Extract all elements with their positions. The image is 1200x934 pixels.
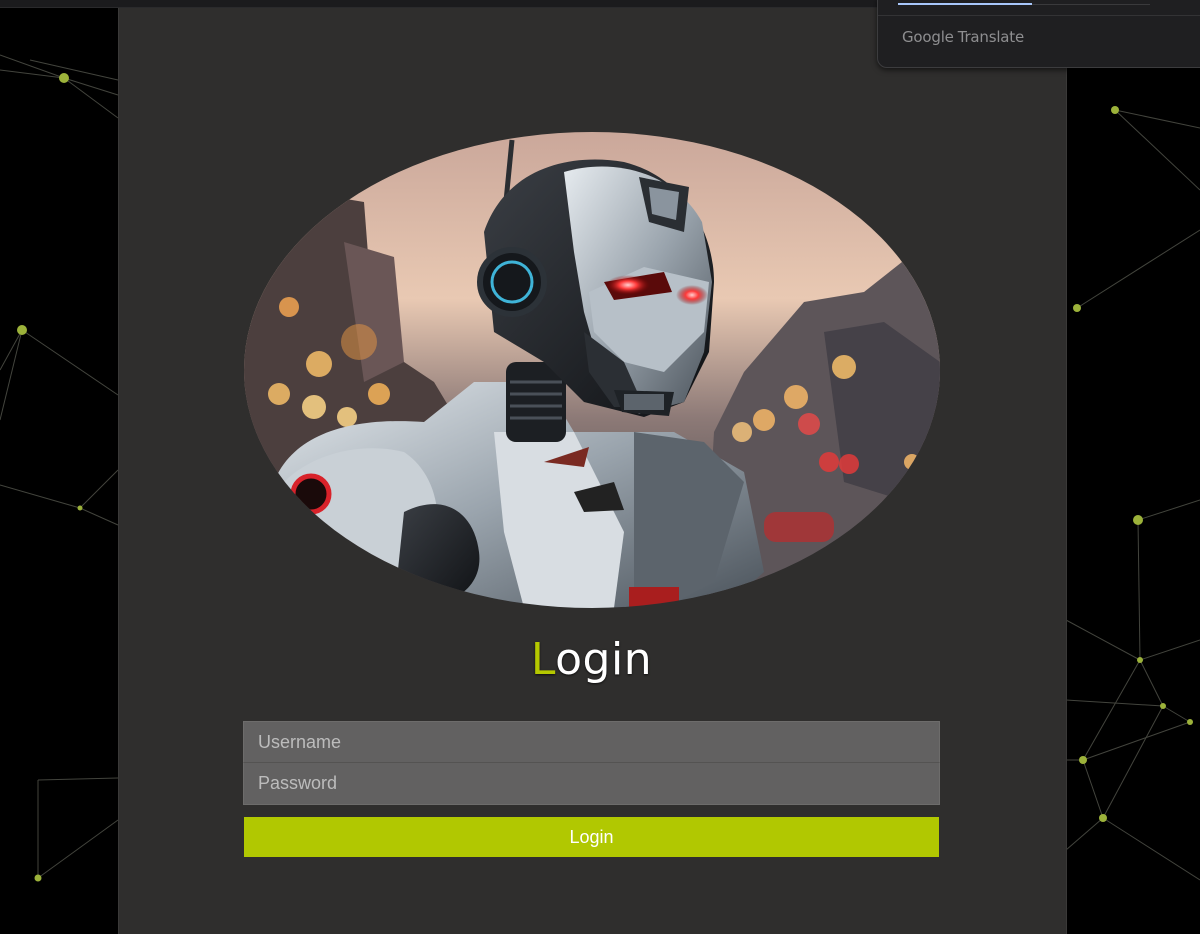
translate-logo-text: Translate — [957, 28, 1025, 46]
login-form — [243, 721, 940, 805]
password-input[interactable] — [243, 763, 940, 805]
robot-illustration-icon — [244, 132, 940, 608]
username-input[interactable] — [243, 721, 940, 763]
translate-active-tab-indicator[interactable] — [898, 3, 1032, 5]
google-logo-text: Google — [902, 28, 954, 46]
login-heading-accent-letter: L — [530, 634, 556, 685]
translate-tab-divider — [1032, 4, 1150, 5]
login-heading: Login — [0, 634, 1183, 685]
login-page: Login Login GoogleTranslate — [0, 0, 1200, 934]
google-translate-brand: Google Translate — [902, 28, 1024, 46]
robot-hero-image — [244, 132, 940, 608]
google-translate-popup: Google Translate — [877, 0, 1200, 68]
translate-popup-separator — [878, 15, 1200, 16]
login-heading-rest: ogin — [555, 634, 653, 685]
login-button[interactable]: Login — [244, 817, 939, 857]
